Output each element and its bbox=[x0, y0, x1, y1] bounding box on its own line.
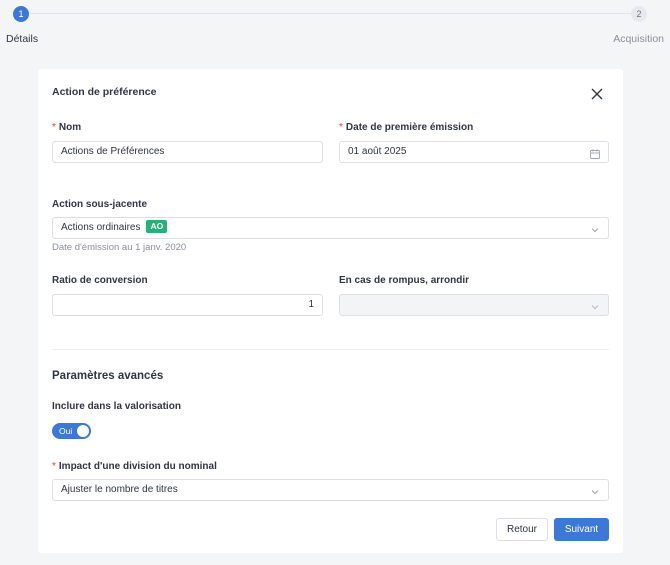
required-marker: * bbox=[339, 122, 343, 133]
selected-value: Ajuster le nombre de titres bbox=[61, 484, 178, 495]
stepper-line bbox=[30, 13, 640, 14]
action-type-badge: AO bbox=[146, 220, 168, 233]
selected-value: Actions ordinaires bbox=[61, 222, 141, 233]
action-sous-jacente-select[interactable]: Actions ordinaires AO bbox=[52, 217, 609, 239]
rompus-label: En cas de rompus, arrondir bbox=[339, 275, 470, 286]
valorisation-label: Inclure dans la valorisation bbox=[52, 401, 181, 412]
next-button[interactable]: Suivant bbox=[554, 518, 609, 541]
valorisation-toggle[interactable]: Oui bbox=[52, 423, 91, 439]
step-number: 2 bbox=[631, 6, 647, 22]
toggle-text: Oui bbox=[59, 426, 73, 436]
chevron-down-icon bbox=[590, 223, 600, 233]
toggle-knob bbox=[77, 425, 89, 437]
step-number: 1 bbox=[13, 6, 29, 22]
back-button[interactable]: Retour bbox=[496, 518, 548, 541]
ratio-input[interactable]: 1 bbox=[52, 294, 323, 316]
advanced-settings-title: Paramètres avancés bbox=[52, 370, 164, 382]
ratio-label: Ratio de conversion bbox=[52, 275, 148, 286]
action-sous-jacente-label: Action sous-jacente bbox=[52, 199, 148, 210]
impact-select[interactable]: Ajuster le nombre de titres bbox=[52, 479, 609, 501]
nom-label: * Nom bbox=[52, 122, 82, 133]
impact-label: * Impact d'une division du nominal bbox=[52, 461, 217, 472]
form-card: Action de préférence * Nom Actions de Pré… bbox=[38, 69, 623, 553]
section-divider bbox=[52, 349, 609, 350]
close-icon[interactable] bbox=[590, 87, 604, 101]
step-label: Acquisition bbox=[613, 33, 664, 45]
emission-date-hint: Date d'émission au 1 janv. 2020 bbox=[52, 242, 187, 253]
chevron-down-icon bbox=[590, 485, 600, 495]
date-value: 01 août 2025 bbox=[348, 146, 407, 157]
rompus-select[interactable] bbox=[339, 294, 609, 316]
date-input[interactable]: 01 août 2025 bbox=[339, 141, 609, 163]
calendar-icon[interactable] bbox=[590, 147, 600, 159]
chevron-down-icon bbox=[590, 300, 600, 310]
nom-input[interactable]: Actions de Préférences bbox=[52, 141, 323, 163]
stepper: 1 Détails 2 Acquisition bbox=[0, 0, 670, 60]
step-label: Détails bbox=[6, 33, 39, 45]
form-title: Action de préférence bbox=[52, 86, 157, 98]
required-marker: * bbox=[52, 122, 56, 133]
required-marker: * bbox=[52, 461, 56, 472]
date-label: * Date de première émission bbox=[339, 122, 474, 133]
